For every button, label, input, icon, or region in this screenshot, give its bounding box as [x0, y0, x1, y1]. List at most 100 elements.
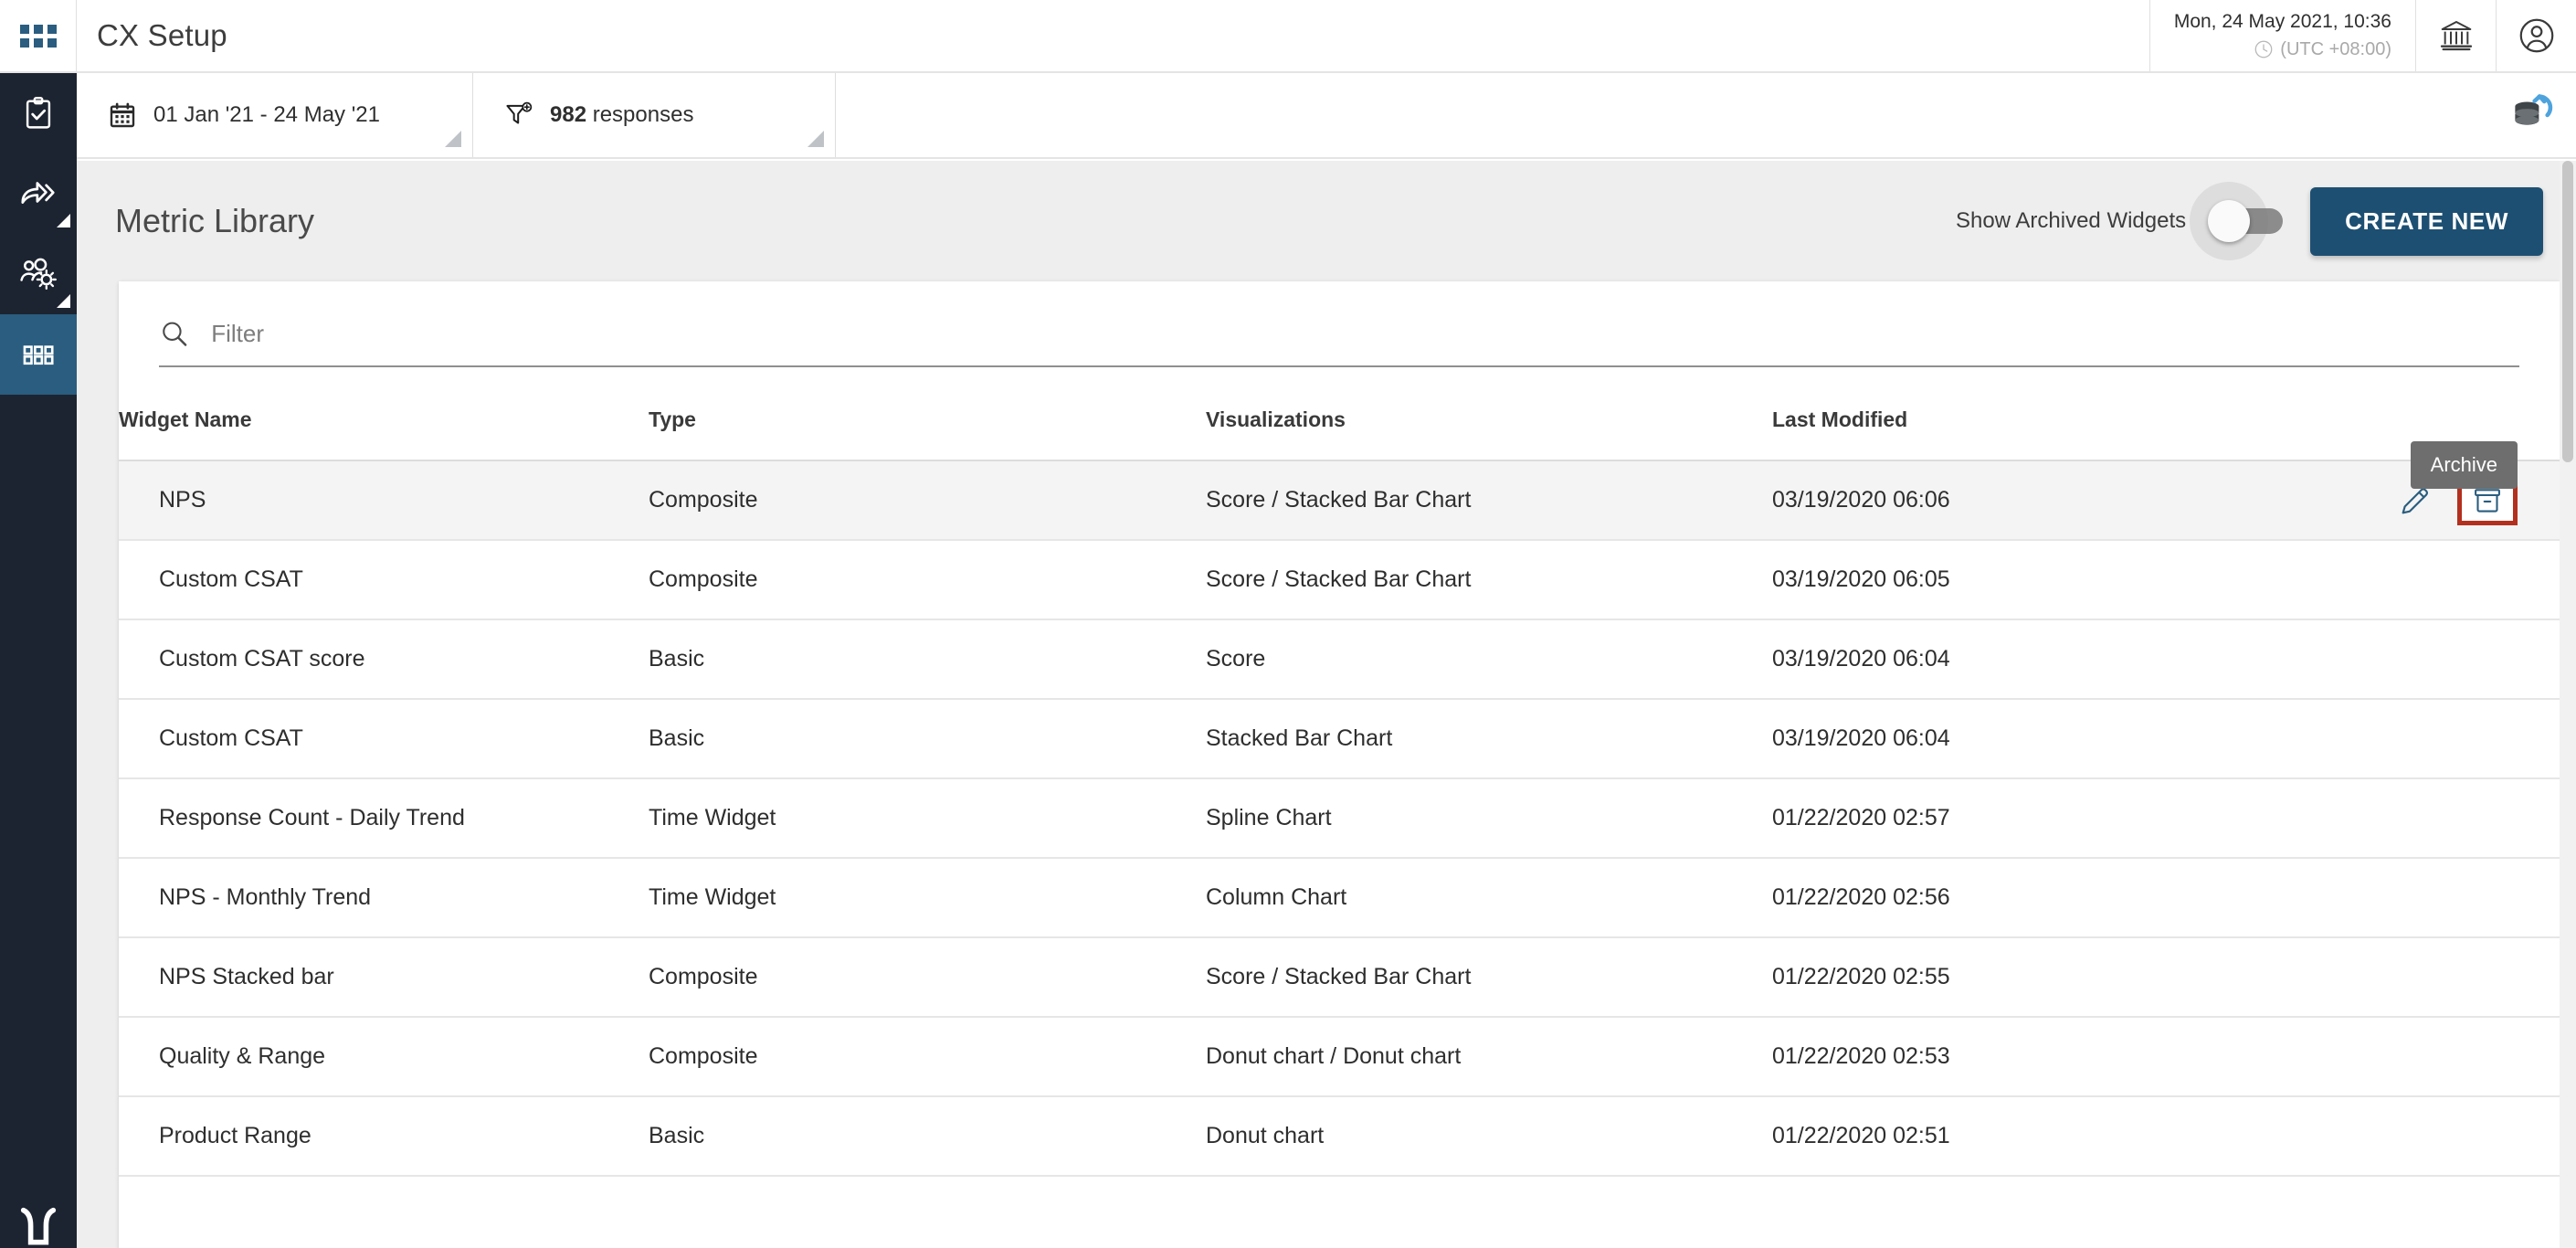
- cell-actions: [2247, 1017, 2560, 1097]
- table-row[interactable]: NPS Stacked bar Composite Score / Stacked …: [119, 937, 2560, 1018]
- column-header-widget-name[interactable]: Widget Name: [119, 407, 649, 461]
- cell-last-modified: 01/22/2020 02:57: [1772, 778, 2247, 859]
- sidebar-item-actions[interactable]: [0, 153, 77, 234]
- table-row[interactable]: Custom CSAT Basic Stacked Bar Chart 03/19/2…: [119, 699, 2560, 779]
- organization-button[interactable]: [2415, 0, 2496, 71]
- submenu-indicator-icon: [57, 294, 70, 308]
- search-icon: [163, 322, 187, 346]
- bank-icon: [2440, 21, 2472, 51]
- left-sidebar: [0, 73, 77, 1248]
- search-input[interactable]: [211, 319, 2519, 348]
- search-field[interactable]: [159, 318, 2519, 367]
- sidebar-logo: [0, 1193, 77, 1248]
- cell-type: Basic: [649, 619, 1206, 700]
- top-bar: CX Setup Mon, 24 May 2021, 10:36 (UTC +0…: [0, 0, 2576, 73]
- cell-type: Time Widget: [649, 858, 1206, 938]
- table-row[interactable]: Product Range Basic Donut chart 01/22/2020 …: [119, 1096, 2560, 1177]
- people-settings-icon: [20, 258, 57, 291]
- table-row[interactable]: NPS - Monthly Trend Time Widget Column Cha…: [119, 858, 2560, 938]
- cell-type: Composite: [649, 1017, 1206, 1097]
- cell-actions: [2247, 937, 2560, 1018]
- page-scrollbar[interactable]: [2560, 161, 2576, 1248]
- cell-last-modified: 01/22/2020 02:56: [1772, 858, 2247, 938]
- page-header-actions: Show Archived Widgets CREATE NEW: [1956, 182, 2543, 260]
- funnel-plus-icon: [506, 101, 533, 124]
- resize-grip-icon[interactable]: [445, 131, 461, 147]
- logo-icon: [20, 1207, 57, 1245]
- grid-squares-icon: [23, 345, 54, 365]
- sidebar-item-surveys[interactable]: [0, 73, 77, 153]
- column-header-last-modified[interactable]: Last Modified: [1772, 407, 2247, 461]
- app-grid-icon: [19, 24, 57, 48]
- account-button[interactable]: [2496, 0, 2576, 71]
- date-range-label: 01 Jan '21 - 24 May '21: [153, 102, 380, 127]
- metric-library-table: Widget Name Type Visualizations Last Mod…: [119, 407, 2560, 1177]
- data-refresh-button[interactable]: [2488, 73, 2576, 157]
- column-header-visualizations[interactable]: Visualizations: [1206, 407, 1772, 461]
- current-datetime: Mon, 24 May 2021, 10:36: [2173, 11, 2391, 33]
- date-range-filter[interactable]: 01 Jan '21 - 24 May '21: [77, 73, 473, 157]
- create-new-button[interactable]: CREATE NEW: [2310, 186, 2543, 256]
- timezone-display: (UTC +08:00): [2254, 37, 2391, 61]
- show-archived-label: Show Archived Widgets: [1956, 208, 2187, 233]
- cell-visualizations: Score / Stacked Bar Chart: [1206, 937, 1772, 1018]
- cell-actions: [2247, 619, 2560, 700]
- cell-last-modified: 01/22/2020 02:51: [1772, 1096, 2247, 1177]
- cell-visualizations: Score / Stacked Bar Chart: [1206, 540, 1772, 620]
- datetime-display: Mon, 24 May 2021, 10:36 (UTC +08:00): [2148, 0, 2415, 71]
- cell-last-modified: 03/19/2020 06:05: [1772, 540, 2247, 620]
- response-filter[interactable]: 982 responses: [473, 73, 836, 157]
- cell-last-modified: 03/19/2020 06:06: [1772, 460, 2247, 541]
- timezone-label: (UTC +08:00): [2280, 38, 2391, 59]
- cell-type: Composite: [649, 460, 1206, 541]
- show-archived-toggle[interactable]: [2190, 182, 2284, 260]
- cell-last-modified: 03/19/2020 06:04: [1772, 699, 2247, 779]
- page-title: Metric Library: [115, 202, 315, 239]
- table-row[interactable]: Custom CSAT score Basic Score 03/19/2020 06…: [119, 619, 2560, 700]
- submenu-indicator-icon: [57, 214, 70, 227]
- cell-visualizations: Donut chart / Donut chart: [1206, 1017, 1772, 1097]
- clock-icon: [2254, 40, 2273, 58]
- column-header-type[interactable]: Type: [649, 407, 1206, 461]
- cell-widget-name: NPS - Monthly Trend: [119, 858, 649, 938]
- cell-actions: [2247, 778, 2560, 859]
- cell-type: Basic: [649, 1096, 1206, 1177]
- table-row[interactable]: NPS Composite Score / Stacked Bar Chart 03/…: [119, 460, 2560, 541]
- cell-type: Composite: [649, 937, 1206, 1018]
- main-content: Metric Library Show Archived Widgets CRE…: [77, 161, 2576, 1248]
- database-refresh-icon: [2515, 94, 2553, 125]
- table-row[interactable]: Response Count - Daily Trend Time Widget S…: [119, 778, 2560, 859]
- cell-type: Basic: [649, 699, 1206, 779]
- table-body: NPS Composite Score / Stacked Bar Chart 03/…: [119, 460, 2560, 1177]
- search-row: [119, 281, 2560, 367]
- table-row[interactable]: Custom CSAT Composite Score / Stacked Bar …: [119, 540, 2560, 620]
- response-count: 982: [550, 102, 587, 127]
- cell-widget-name: Quality & Range: [119, 1017, 649, 1097]
- scrollbar-thumb[interactable]: [2562, 161, 2573, 462]
- cell-type: Time Widget: [649, 778, 1206, 859]
- resize-grip-icon[interactable]: [808, 131, 824, 147]
- cell-visualizations: Spline Chart: [1206, 778, 1772, 859]
- response-filter-label: 982 responses: [550, 102, 693, 128]
- share-arrow-icon: [21, 182, 55, 204]
- response-label-text: responses: [592, 102, 694, 127]
- cell-actions: [2247, 1096, 2560, 1177]
- cell-widget-name: Custom CSAT: [119, 699, 649, 779]
- table-header-row: Widget Name Type Visualizations Last Mod…: [119, 407, 2560, 461]
- calendar-icon: [110, 102, 135, 128]
- cell-last-modified: 01/22/2020 02:53: [1772, 1017, 2247, 1097]
- sidebar-item-metric-library[interactable]: [0, 314, 77, 395]
- cell-last-modified: 01/22/2020 02:55: [1772, 937, 2247, 1018]
- application-window: CX Setup Mon, 24 May 2021, 10:36 (UTC +0…: [0, 0, 2576, 1248]
- sidebar-item-user-management[interactable]: [0, 234, 77, 314]
- app-launcher-button[interactable]: [0, 0, 77, 71]
- clipboard-check-icon: [26, 96, 51, 129]
- page-header: Metric Library Show Archived Widgets CRE…: [77, 161, 2576, 281]
- cell-type: Composite: [649, 540, 1206, 620]
- cell-actions: [2247, 540, 2560, 620]
- cell-actions: [2247, 858, 2560, 938]
- cell-visualizations: Stacked Bar Chart: [1206, 699, 1772, 779]
- cell-widget-name: Product Range: [119, 1096, 649, 1177]
- table-row[interactable]: Quality & Range Composite Donut chart / Do…: [119, 1017, 2560, 1097]
- cell-widget-name: NPS: [119, 460, 649, 541]
